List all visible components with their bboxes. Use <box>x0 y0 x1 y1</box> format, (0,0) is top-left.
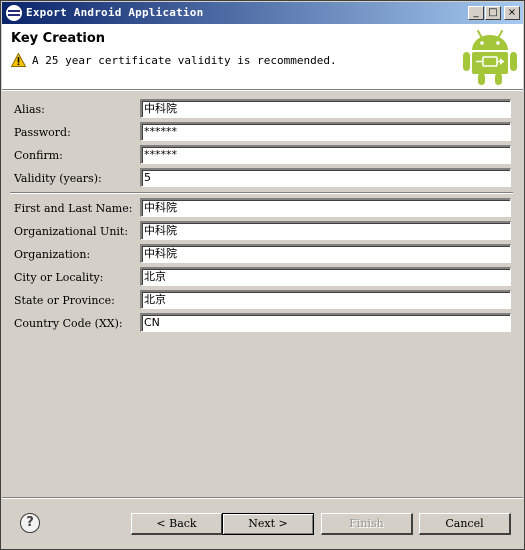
country-code-label: Country Code (XX): <box>14 317 123 330</box>
alias-input[interactable]: 中科院 <box>140 99 511 118</box>
android-logo <box>463 30 517 85</box>
window-title: Export Android Application <box>26 6 204 19</box>
minimize-button[interactable]: _ <box>468 6 484 20</box>
state-input[interactable]: 北京 <box>140 290 511 309</box>
validity-input[interactable]: 5 <box>140 168 511 187</box>
finish-button: Finish <box>321 513 413 535</box>
confirm-password-input[interactable]: ****** <box>140 145 511 164</box>
close-button[interactable]: × <box>504 6 520 20</box>
maximize-button[interactable]: □ <box>485 6 501 20</box>
header-banner: Key Creation A 25 year certificate valid… <box>2 24 523 89</box>
country-code-input[interactable]: CN <box>140 313 511 332</box>
org-unit-input[interactable]: 中科院 <box>140 221 511 240</box>
password-label: Password: <box>14 126 71 139</box>
first-last-name-label: First and Last Name: <box>14 202 133 215</box>
help-icon[interactable]: ? <box>20 513 40 533</box>
page-message: A 25 year certificate validity is recomm… <box>32 54 337 67</box>
alias-label: Alias: <box>14 103 45 116</box>
state-label: State or Province: <box>14 294 115 307</box>
next-button[interactable]: Next > <box>222 513 314 535</box>
city-input[interactable]: 北京 <box>140 267 511 286</box>
organization-input[interactable]: 中科院 <box>140 244 511 263</box>
cancel-button[interactable]: Cancel <box>419 513 511 535</box>
organization-label: Organization: <box>14 248 91 261</box>
first-last-name-input[interactable]: 中科院 <box>140 198 511 217</box>
title-bar[interactable]: Export Android Application _ □ × <box>2 2 523 24</box>
eclipse-icon <box>6 5 22 21</box>
city-label: City or Locality: <box>14 271 104 284</box>
validity-label: Validity (years): <box>14 172 102 185</box>
confirm-label: Confirm: <box>14 149 63 162</box>
password-input[interactable]: ****** <box>140 122 511 141</box>
page-title: Key Creation <box>11 31 106 46</box>
warning-icon <box>11 53 26 67</box>
org-unit-label: Organizational Unit: <box>14 225 129 238</box>
export-dialog: Export Android Application _ □ × Key Cre… <box>0 0 525 550</box>
back-button[interactable]: < Back <box>131 513 223 535</box>
